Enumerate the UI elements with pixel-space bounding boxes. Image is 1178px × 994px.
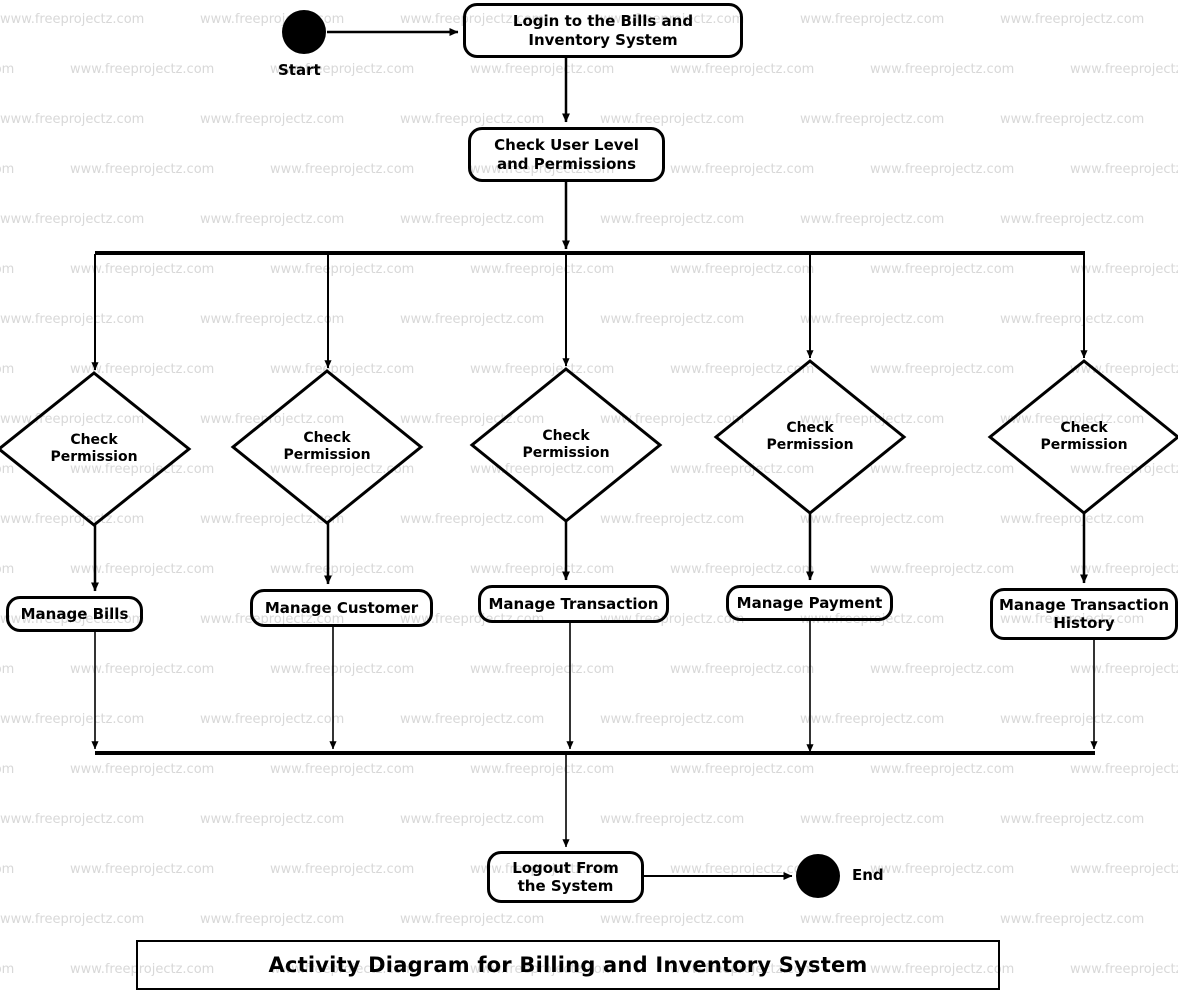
end-node[interactable]	[796, 854, 840, 898]
activity-logout[interactable]: Logout From the System	[487, 851, 644, 903]
join-bar	[95, 751, 1095, 755]
activity-logout-label: Logout From the System	[512, 858, 619, 895]
activity-manage-transaction-label: Manage Transaction	[488, 594, 659, 613]
activity-manage-transaction-history[interactable]: Manage Transaction History	[990, 588, 1178, 640]
decision-check-permission-5[interactable]: Check Permission	[987, 359, 1178, 515]
decision-check-permission-4-label: Check Permission	[766, 419, 854, 454]
activity-manage-customer[interactable]: Manage Customer	[250, 589, 433, 627]
decision-check-permission-1-label: Check Permission	[50, 431, 138, 466]
node-layer: Start Login to the Bills and Inventory S…	[0, 0, 1178, 994]
activity-manage-bills-label: Manage Bills	[20, 604, 129, 623]
activity-login[interactable]: Login to the Bills and Inventory System	[463, 3, 743, 58]
decision-check-permission-3-label: Check Permission	[522, 427, 610, 462]
fork-bar	[95, 251, 1085, 255]
diagram-caption-box: Activity Diagram for Billing and Invento…	[136, 940, 1000, 990]
decision-check-permission-2[interactable]: Check Permission	[230, 369, 424, 525]
start-node[interactable]	[282, 10, 326, 54]
activity-diagram-canvas: www.freeprojectz.com www.freeprojectz.com…	[0, 0, 1178, 994]
activity-manage-payment-label: Manage Payment	[736, 593, 883, 612]
activity-manage-transaction[interactable]: Manage Transaction	[478, 585, 669, 623]
activity-manage-bills[interactable]: Manage Bills	[6, 596, 143, 632]
activity-manage-payment[interactable]: Manage Payment	[726, 585, 893, 621]
decision-check-permission-3[interactable]: Check Permission	[469, 367, 663, 523]
activity-manage-customer-label: Manage Customer	[264, 598, 419, 617]
activity-check-user-level[interactable]: Check User Level and Permissions	[468, 127, 665, 182]
activity-login-label: Login to the Bills and Inventory System	[512, 12, 694, 49]
decision-check-permission-2-label: Check Permission	[283, 429, 371, 464]
diagram-caption-text: Activity Diagram for Billing and Invento…	[268, 953, 868, 977]
activity-manage-transaction-history-label: Manage Transaction History	[999, 595, 1170, 632]
decision-check-permission-5-label: Check Permission	[1040, 419, 1128, 454]
decision-check-permission-1[interactable]: Check Permission	[0, 371, 192, 527]
start-node-label: Start	[278, 61, 321, 79]
end-node-label: End	[852, 866, 884, 884]
decision-check-permission-4[interactable]: Check Permission	[713, 359, 907, 515]
activity-check-user-level-label: Check User Level and Permissions	[494, 136, 639, 173]
